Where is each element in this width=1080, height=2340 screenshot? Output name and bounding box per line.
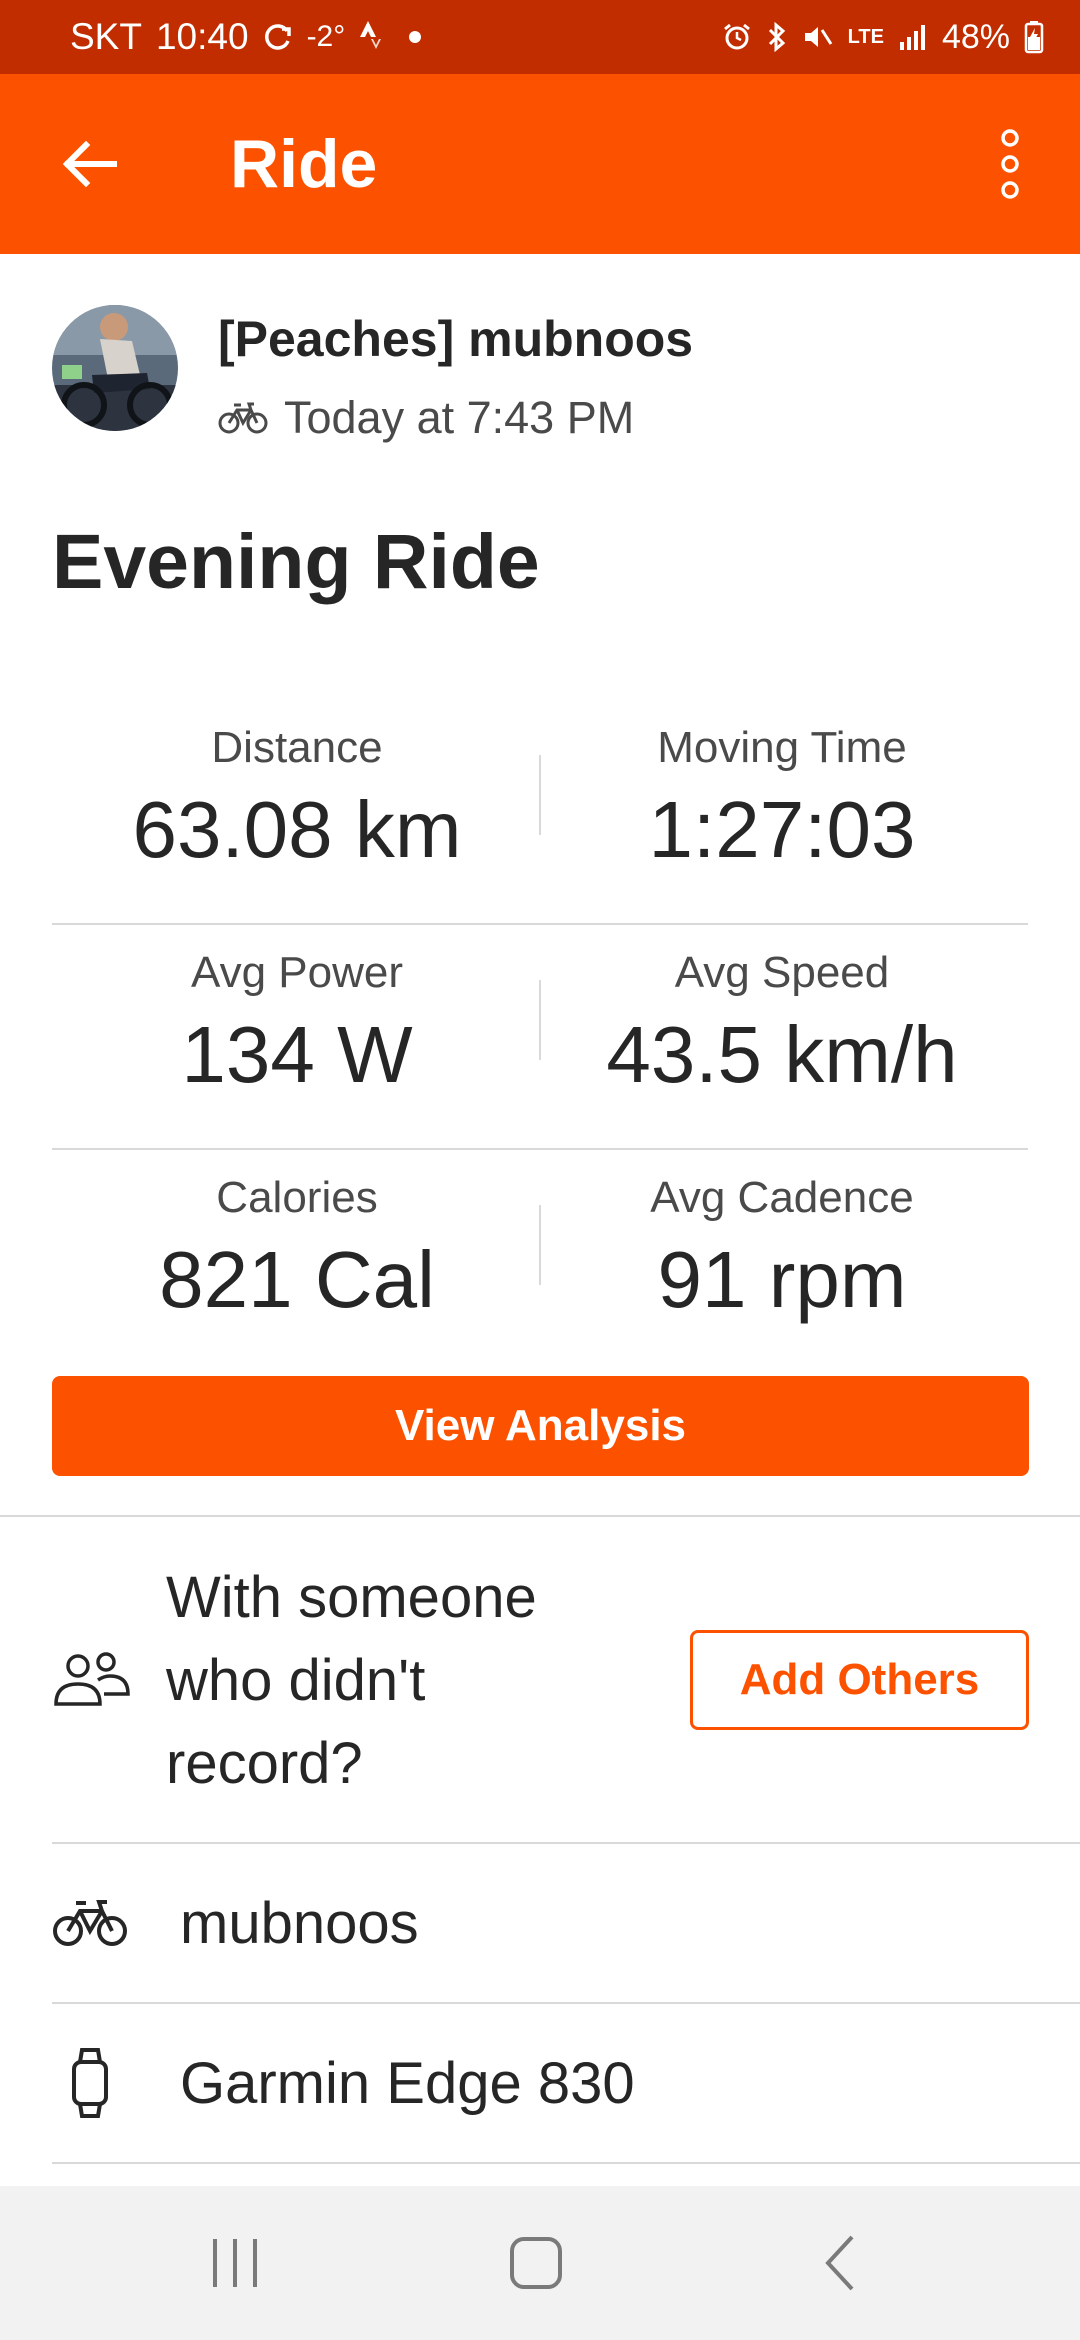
carrier-label: SKT: [70, 16, 142, 57]
activity-title: Evening Ride: [52, 519, 540, 605]
stat-value: 63.08 km: [132, 785, 462, 874]
bike-icon: [52, 1888, 128, 1958]
avatar[interactable]: [52, 305, 178, 431]
stats-row: Avg Power 134 W Avg Speed 43.5 km/h: [52, 925, 1028, 1150]
stat-label: Calories: [216, 1173, 378, 1222]
page-title: Ride: [230, 126, 378, 202]
gear-bike-name[interactable]: mubnoos: [180, 1890, 419, 1957]
arrow-left-icon: [62, 140, 117, 188]
stat-label: Avg Cadence: [650, 1173, 914, 1222]
stat-label: Moving Time: [657, 723, 907, 772]
add-others-prompt: With someone who didn't record?: [166, 1556, 626, 1805]
stats-grid: Distance 63.08 km Moving Time 1:27:03 Av…: [52, 700, 1028, 1360]
stats-row: Calories 821 Cal Avg Cadence 91 rpm: [52, 1150, 1028, 1360]
stat-label: Distance: [211, 723, 383, 772]
bluetooth-icon: [766, 21, 788, 53]
stat-avg-speed: Avg Speed 43.5 km/h: [542, 945, 1022, 1099]
clock: 10:40: [155, 16, 249, 57]
home-icon: [510, 2237, 562, 2289]
view-analysis-button[interactable]: View Analysis: [52, 1376, 1029, 1476]
recent-apps-icon: [213, 2239, 257, 2287]
alarm-icon: [722, 22, 752, 52]
prompt-line: record?: [166, 1731, 363, 1796]
temperature: -2°: [306, 20, 346, 53]
status-bar: SKT 10:40 -2° LTE 48%: [0, 0, 1080, 74]
chevron-left-icon: [825, 2235, 854, 2291]
strava-logo-icon: [359, 21, 382, 53]
prompt-line: With someone: [166, 1565, 537, 1630]
device-name: Garmin Edge 830: [180, 2051, 635, 2116]
group-icon: [52, 1650, 132, 1720]
more-vertical-icon: [1001, 129, 1019, 199]
app-bar: Ride: [0, 74, 1080, 254]
network-type: LTE: [847, 25, 884, 48]
stat-label: Avg Power: [191, 948, 403, 997]
system-nav-bar: [0, 2186, 1080, 2340]
stat-avg-cadence: Avg Cadence 91 rpm: [542, 1170, 1022, 1324]
stat-distance: Distance 63.08 km: [57, 720, 537, 874]
home-button[interactable]: [456, 2186, 616, 2340]
stat-divider: [539, 980, 541, 1060]
mute-icon: [802, 22, 834, 52]
more-options-button[interactable]: [980, 124, 1040, 204]
battery-charging-icon: [1024, 20, 1044, 54]
watch-icon: [52, 2048, 128, 2118]
stat-value: 821 Cal: [159, 1235, 435, 1324]
activity-date-row: Today at 7:43 PM: [218, 392, 634, 444]
divider: [52, 1842, 1080, 1844]
stat-value: 43.5 km/h: [606, 1010, 958, 1099]
stat-value: 91 rpm: [657, 1235, 907, 1324]
stat-value: 1:27:03: [648, 785, 916, 874]
recent-apps-button[interactable]: [155, 2186, 315, 2340]
divider: [52, 2002, 1080, 2004]
battery-level: 48%: [941, 17, 1010, 56]
activity-date: Today at 7:43 PM: [284, 392, 635, 443]
stat-divider: [539, 1205, 541, 1285]
back-button[interactable]: [50, 124, 130, 204]
stat-calories: Calories 821 Cal: [57, 1170, 537, 1324]
stats-row: Distance 63.08 km Moving Time 1:27:03: [52, 700, 1028, 925]
athlete-name[interactable]: [Peaches] mubnoos: [218, 310, 693, 368]
stat-avg-power: Avg Power 134 W: [57, 945, 537, 1099]
divider: [52, 2162, 1080, 2164]
stat-label: Avg Speed: [674, 948, 890, 997]
bike-icon: [218, 402, 268, 434]
stat-value: 134 W: [181, 1010, 413, 1099]
stat-moving-time: Moving Time 1:27:03: [542, 720, 1022, 874]
stat-divider: [539, 755, 541, 835]
sync-icon: [263, 22, 293, 52]
prompt-line: who didn't: [166, 1648, 426, 1713]
signal-icon: [898, 22, 928, 52]
add-others-button[interactable]: Add Others: [690, 1630, 1029, 1730]
system-back-button[interactable]: [760, 2186, 920, 2340]
divider: [0, 1515, 1080, 1517]
notification-dot-icon: [409, 31, 422, 43]
